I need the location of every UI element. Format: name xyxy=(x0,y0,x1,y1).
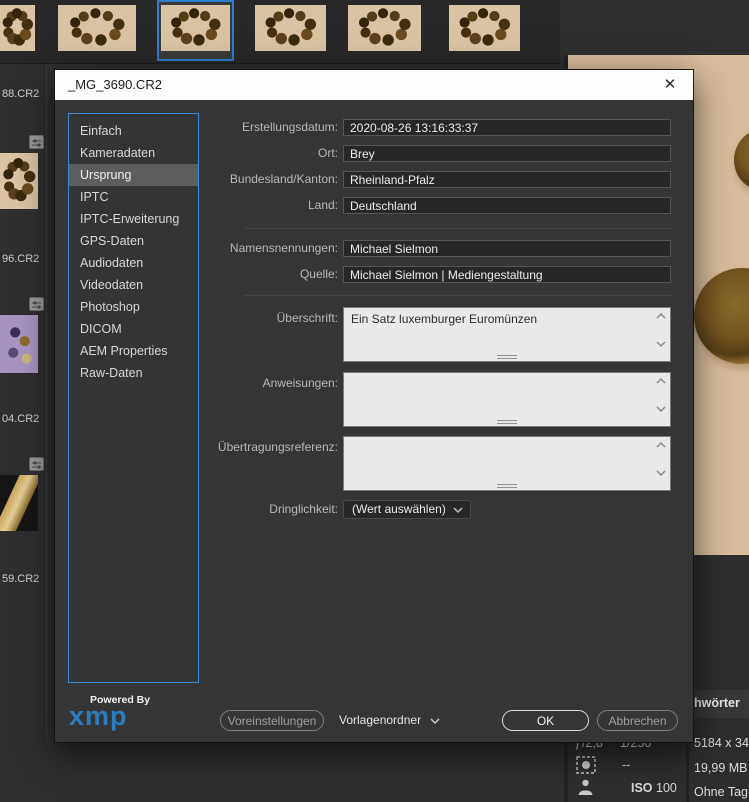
vorlagenordner-button-label: Vorlagenordner xyxy=(339,713,422,727)
resize-grip[interactable] xyxy=(497,484,517,488)
section-divider xyxy=(243,295,672,296)
field-label-bundesland: Bundesland/Kanton: xyxy=(229,172,338,186)
metering-mode-icon xyxy=(576,756,596,779)
close-icon[interactable]: ✕ xyxy=(657,70,683,100)
thumbnail[interactable] xyxy=(348,5,421,51)
scroll-up-icon[interactable] xyxy=(656,313,666,319)
tags-status: Ohne Tag xyxy=(694,785,748,799)
coin-image xyxy=(694,268,749,364)
filmstrip-filename: 88.CR2 xyxy=(2,88,40,100)
field-label-erstellungsdatum: Erstellungsdatum: xyxy=(241,120,338,134)
chevron-down-icon xyxy=(453,507,463,513)
uebertragungsreferenz-textarea[interactable] xyxy=(344,437,652,490)
ueberschrift-textarea-frame: Ein Satz luxemburger Euromünzen xyxy=(343,307,671,362)
bridge-app-window: 88.CR2 96.CR2 04.CR2 59.CR2 hwörter ƒ/2,… xyxy=(0,0,749,802)
dialog-titlebar: _MG_3690.CR2 ✕ xyxy=(55,70,693,100)
abbrechen-button[interactable]: Abbrechen xyxy=(597,710,678,731)
section-divider xyxy=(243,228,672,229)
thumbnail[interactable] xyxy=(0,5,35,51)
anweisungen-textarea[interactable] xyxy=(344,373,652,426)
filmstrip-filename: 04.CR2 xyxy=(2,413,40,425)
field-label-ueberschrift: Überschrift: xyxy=(276,311,338,325)
ueberschrift-textarea[interactable]: Ein Satz luxemburger Euromünzen xyxy=(344,308,652,361)
field-label-dringlichkeit: Dringlichkeit: xyxy=(269,502,338,516)
metering-value: -- xyxy=(622,758,631,772)
filmstrip-thumbnail[interactable] xyxy=(0,475,38,531)
thumbnail-selected[interactable] xyxy=(161,5,230,51)
resize-grip[interactable] xyxy=(497,420,517,424)
keywords-tab[interactable]: hwörter xyxy=(690,690,749,718)
filmstrip-thumbnail[interactable] xyxy=(0,153,38,209)
filmstrip-filename: 96.CR2 xyxy=(2,253,40,265)
keywords-tab-label: hwörter xyxy=(694,696,740,710)
scroll-down-icon[interactable] xyxy=(656,341,666,347)
ort-field[interactable] xyxy=(343,145,671,162)
thumbnail-strip xyxy=(0,0,560,64)
uebertragungsreferenz-textarea-frame xyxy=(343,436,671,491)
resize-grip[interactable] xyxy=(497,355,517,359)
field-label-anweisungen: Anweisungen: xyxy=(262,376,338,390)
xmp-logo: xmp xyxy=(69,701,128,731)
coin-image xyxy=(734,128,749,192)
erstellungsdatum-field[interactable] xyxy=(343,119,671,136)
develop-settings-badge-icon xyxy=(29,297,44,311)
dringlichkeit-dropdown[interactable]: (Wert auswählen) xyxy=(343,500,471,519)
field-label-land: Land: xyxy=(307,198,338,212)
thumbnail[interactable] xyxy=(449,5,520,51)
land-field[interactable] xyxy=(343,197,671,214)
filmstrip-thumbnail[interactable] xyxy=(0,315,38,373)
creator-icon xyxy=(577,778,594,800)
scroll-down-icon[interactable] xyxy=(656,470,666,476)
scroll-up-icon[interactable] xyxy=(656,378,666,384)
iso-value: 100 xyxy=(656,781,677,795)
scroll-down-icon[interactable] xyxy=(656,406,666,412)
scroll-up-icon[interactable] xyxy=(656,442,666,448)
filmstrip-filename: 59.CR2 xyxy=(2,573,40,585)
thumbnail[interactable] xyxy=(255,5,326,51)
filmstrip-divider xyxy=(46,65,47,742)
thumbnail[interactable] xyxy=(58,5,136,51)
field-label-uebertragungsreferenz: Übertragungsreferenz: xyxy=(217,440,338,454)
quelle-field[interactable] xyxy=(343,266,671,283)
ok-button[interactable]: OK xyxy=(502,710,589,731)
develop-settings-badge-icon xyxy=(29,135,44,149)
chevron-down-icon xyxy=(430,718,440,724)
dialog-title: _MG_3690.CR2 xyxy=(68,77,162,92)
dringlichkeit-dropdown-value: (Wert auswählen) xyxy=(352,502,446,516)
file-size: 19,99 MB xyxy=(694,761,748,775)
bundesland-field[interactable] xyxy=(343,171,671,188)
sidebar-item-aem-properties[interactable]: AEM Properties xyxy=(69,340,198,362)
anweisungen-textarea-frame xyxy=(343,372,671,427)
file-info-dialog: _MG_3690.CR2 ✕ Einfach Kameradaten Urspr… xyxy=(55,70,693,742)
vorlagenordner-button[interactable]: Vorlagenordner xyxy=(339,710,440,731)
iso-label: ISO xyxy=(631,781,653,795)
field-label-namensnennungen: Namensnennungen: xyxy=(229,241,338,255)
develop-settings-badge-icon xyxy=(29,457,44,471)
voreinstellungen-button[interactable]: Voreinstellungen xyxy=(220,710,324,731)
image-dimensions: 5184 x 34 xyxy=(694,736,749,750)
field-label-quelle: Quelle: xyxy=(299,267,338,281)
namensnennungen-field[interactable] xyxy=(343,240,671,257)
field-label-ort: Ort: xyxy=(318,146,338,160)
